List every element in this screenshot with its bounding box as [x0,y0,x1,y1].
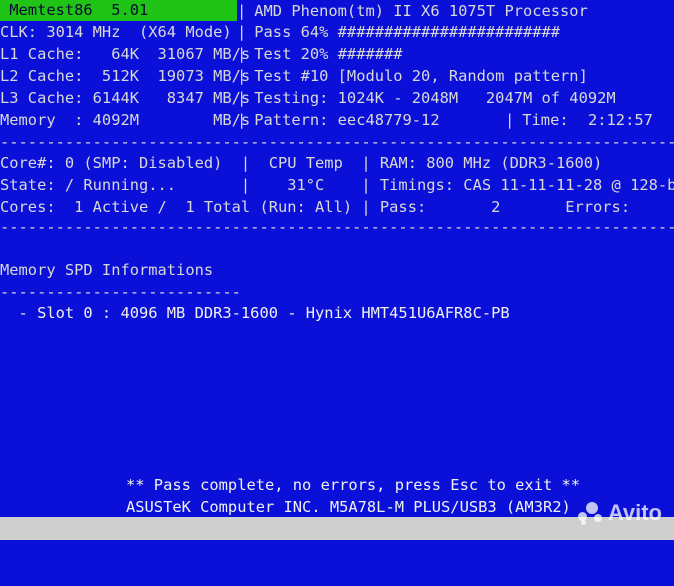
spd-heading: Memory SPD Informations [0,261,214,279]
motherboard-info: ASUSTeK Computer INC. M5A78L-M PLUS/USB3… [126,498,571,516]
key-menu-bar: (ESC)exit (c)configuration (SP)scroll_lo… [0,517,674,560]
core-status: Core#: 0 (SMP: Disabled) | CPU Temp | RA… [0,154,603,172]
scroll-lock-key[interactable]: (SP)scroll_lock [306,542,445,560]
avito-logo-icon [577,500,604,526]
pattern-info: Pattern: eec48779-12 [245,111,505,129]
state-status: State: / Running... | 31°C | Timings: CA… [0,176,674,194]
memory-info: Memory : 4092M MB/s [0,111,251,129]
elapsed-time: 2:12:57 [588,111,653,129]
pass-progress: Pass 64% ######################## [245,23,561,41]
memory-slot-0: - Slot 0 : 4096 MB DDR3-1600 - Hynix HMT… [0,304,510,322]
current-test: Test #10 [Modulo 20, Random pattern] [245,67,588,85]
l3-cache-info: L3 Cache: 6144K 8347 MB/s [0,89,251,107]
separator-line: ----------------------------------------… [0,218,674,236]
test-progress: Test 20% ####### [245,45,403,63]
time-label: Time: [513,111,569,129]
memtest-screen: Memtest86 5.01 | AMD Phenom(tm) II X6 10… [0,0,674,560]
spd-underline: -------------------------- [0,283,241,301]
configuration-key[interactable]: (c)configuration [139,542,287,560]
pass-complete-message: ** Pass complete, no errors, press Esc t… [126,476,581,494]
clock-info: CLK: 3014 MHz (X64 Mode) [0,23,232,41]
l1-cache-info: L1 Cache: 64K 31067 MB/s [0,45,251,63]
testing-range: Testing: 1024K - 2048M 2047M of 4092M [245,89,616,107]
cores-status: Cores: 1 Active / 1 Total (Run: All) | P… [0,198,674,216]
avito-watermark-text: Avito [607,500,662,525]
separator-line: ----------------------------------------… [0,133,674,151]
l2-cache-info: L2 Cache: 512K 19073 MB/s [0,67,251,85]
app-title: Memtest86 5.01 [0,0,237,21]
scroll-unlock-key[interactable]: (CR)scroll_unlock [463,542,621,560]
avito-watermark: Avito [577,500,662,526]
cpu-name: AMD Phenom(tm) II X6 1075T Processor [245,2,588,20]
esc-exit-key[interactable]: (ESC)exit [37,542,120,560]
